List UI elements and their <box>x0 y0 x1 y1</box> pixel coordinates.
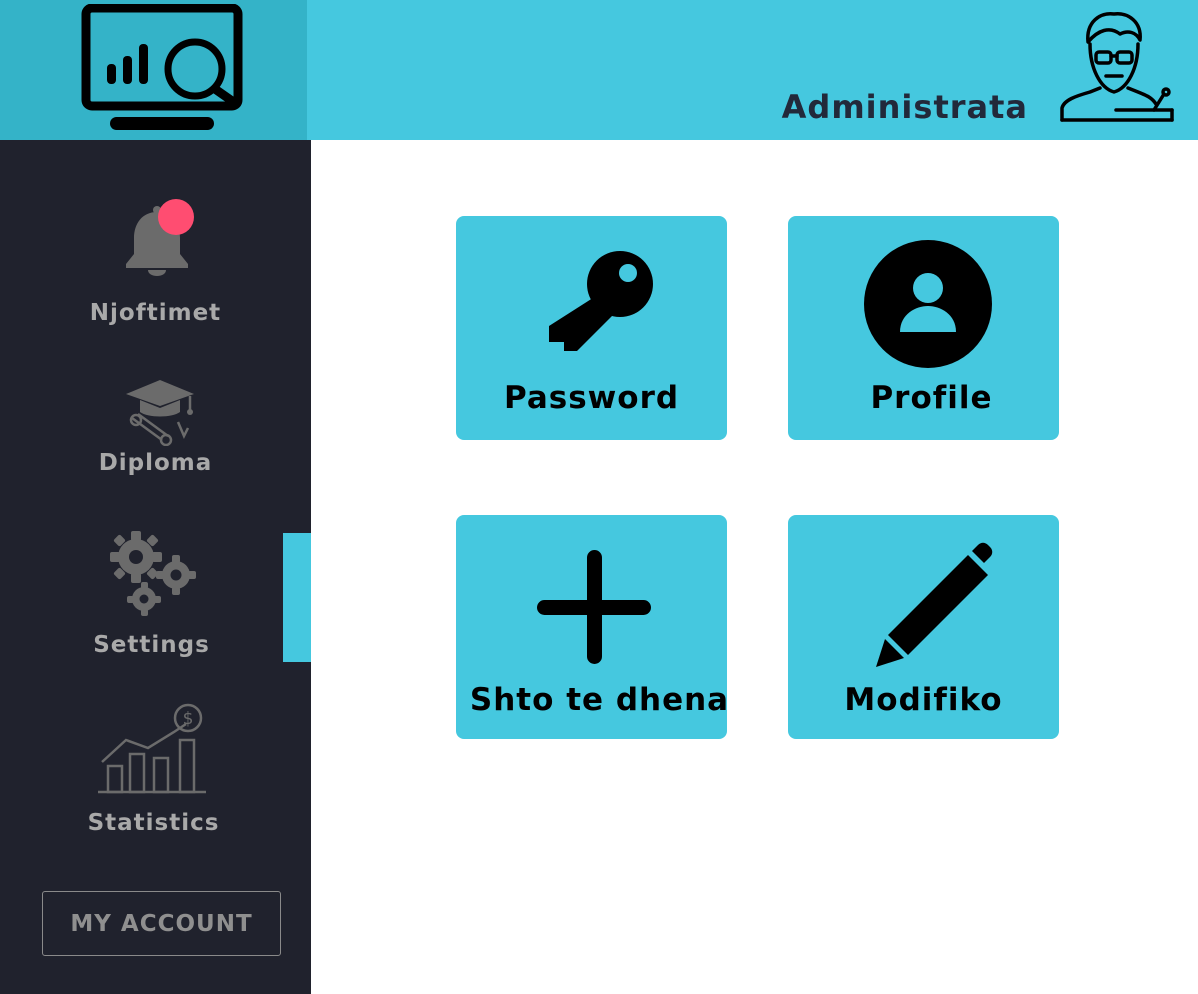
sidebar-item-label: Settings <box>93 632 210 658</box>
password-tile[interactable]: Password <box>456 216 727 440</box>
profile-tile[interactable]: Profile <box>788 216 1059 440</box>
tile-label: Shto te dhena <box>469 682 730 718</box>
edit-tile[interactable]: Modifiko <box>788 515 1059 739</box>
pencil-icon <box>876 542 993 667</box>
sidebar: Njoftimet Diploma Settings $ Statistics … <box>0 140 311 994</box>
sidebar-item-diploma[interactable]: Diploma <box>0 370 311 490</box>
stats-chart-icon: $ <box>98 703 206 794</box>
sidebar-item-njoftimet[interactable]: Njoftimet <box>0 190 311 330</box>
sidebar-item-label: Diploma <box>98 450 213 476</box>
sidebar-item-label: Statistics <box>87 810 220 836</box>
key-icon <box>549 251 653 351</box>
admin-speaker-avatar-icon[interactable] <box>1056 8 1178 126</box>
tile-label: Password <box>503 380 680 416</box>
sidebar-item-label: Njoftimet <box>89 300 222 326</box>
logo-block[interactable] <box>0 0 307 140</box>
tile-label: Modifiko <box>844 682 1003 718</box>
sidebar-item-settings[interactable]: Settings <box>0 525 311 675</box>
top-header: Administrata <box>0 0 1198 140</box>
add-data-tile[interactable]: Shto te dhena <box>456 515 728 739</box>
svg-text:$: $ <box>183 709 194 729</box>
notification-badge <box>158 199 194 235</box>
header-user-name: Administrata <box>781 88 1028 126</box>
sidebar-item-statistics[interactable]: $ Statistics <box>0 700 311 845</box>
graduation-diploma-icon <box>126 380 194 446</box>
monitor-analytics-icon <box>81 4 243 130</box>
my-account-button[interactable]: MY ACCOUNT <box>42 891 281 956</box>
profile-icon <box>864 240 992 368</box>
gears-icon <box>110 531 196 616</box>
tile-label: Profile <box>870 380 993 416</box>
plus-icon <box>537 550 651 664</box>
